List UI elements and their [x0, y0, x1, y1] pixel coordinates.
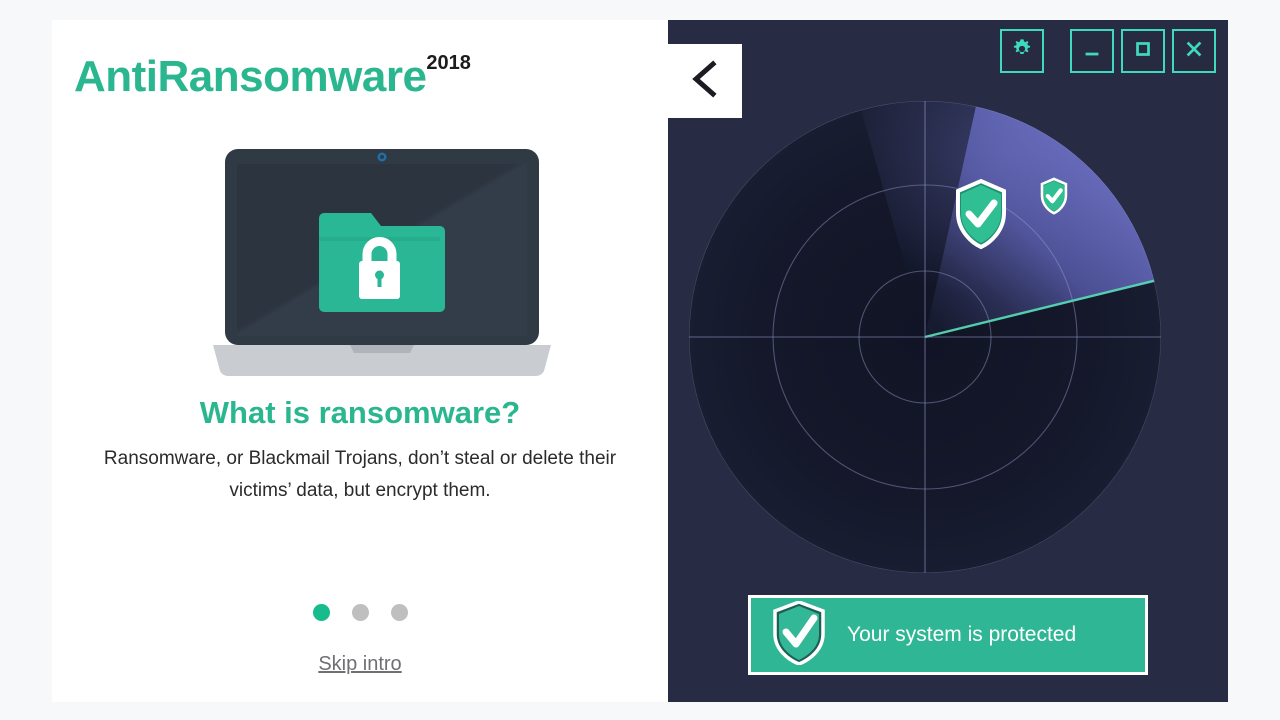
close-button[interactable] — [1172, 29, 1216, 73]
headline: What is ransomware? — [199, 395, 521, 430]
pagination-dot-2[interactable] — [351, 604, 369, 621]
app-window: Your system is protected — [668, 20, 1228, 702]
pagination-dots — [52, 604, 668, 621]
gear-icon — [1011, 38, 1033, 65]
window-controls — [1000, 29, 1216, 73]
minimize-icon — [1081, 38, 1103, 65]
status-text: Your system is protected — [847, 623, 1077, 646]
year-badge: 2018 — [426, 52, 471, 75]
laptop-illustration — [207, 145, 557, 380]
skip-intro-label[interactable]: Skip intro — [318, 653, 401, 675]
skip-intro-link[interactable]: Skip intro — [52, 653, 668, 676]
status-badge: Your system is protected — [748, 595, 1148, 675]
close-icon — [1183, 38, 1205, 65]
app-screenshot: AntiRansomware2018 What is ransomware? R… — [0, 0, 1280, 720]
controls-spacer — [1051, 51, 1063, 52]
settings-button[interactable] — [1000, 29, 1044, 73]
shield-check-icon — [771, 599, 827, 670]
maximize-button[interactable] — [1121, 29, 1165, 73]
radar-scope[interactable] — [680, 92, 1170, 582]
pagination-dot-1[interactable] — [312, 604, 330, 621]
shield-check-small — [1040, 177, 1068, 215]
description-text: Ransomware, or Blackmail Trojans, don’t … — [103, 448, 617, 501]
minimize-button[interactable] — [1070, 29, 1114, 73]
pagination-dot-3[interactable] — [390, 604, 408, 621]
page-title: AntiRansomware2018 — [74, 52, 471, 102]
maximize-icon — [1132, 38, 1154, 65]
intro-card: AntiRansomware2018 What is ransomware? R… — [52, 20, 668, 702]
app-name-text: AntiRansomware — [74, 52, 427, 101]
